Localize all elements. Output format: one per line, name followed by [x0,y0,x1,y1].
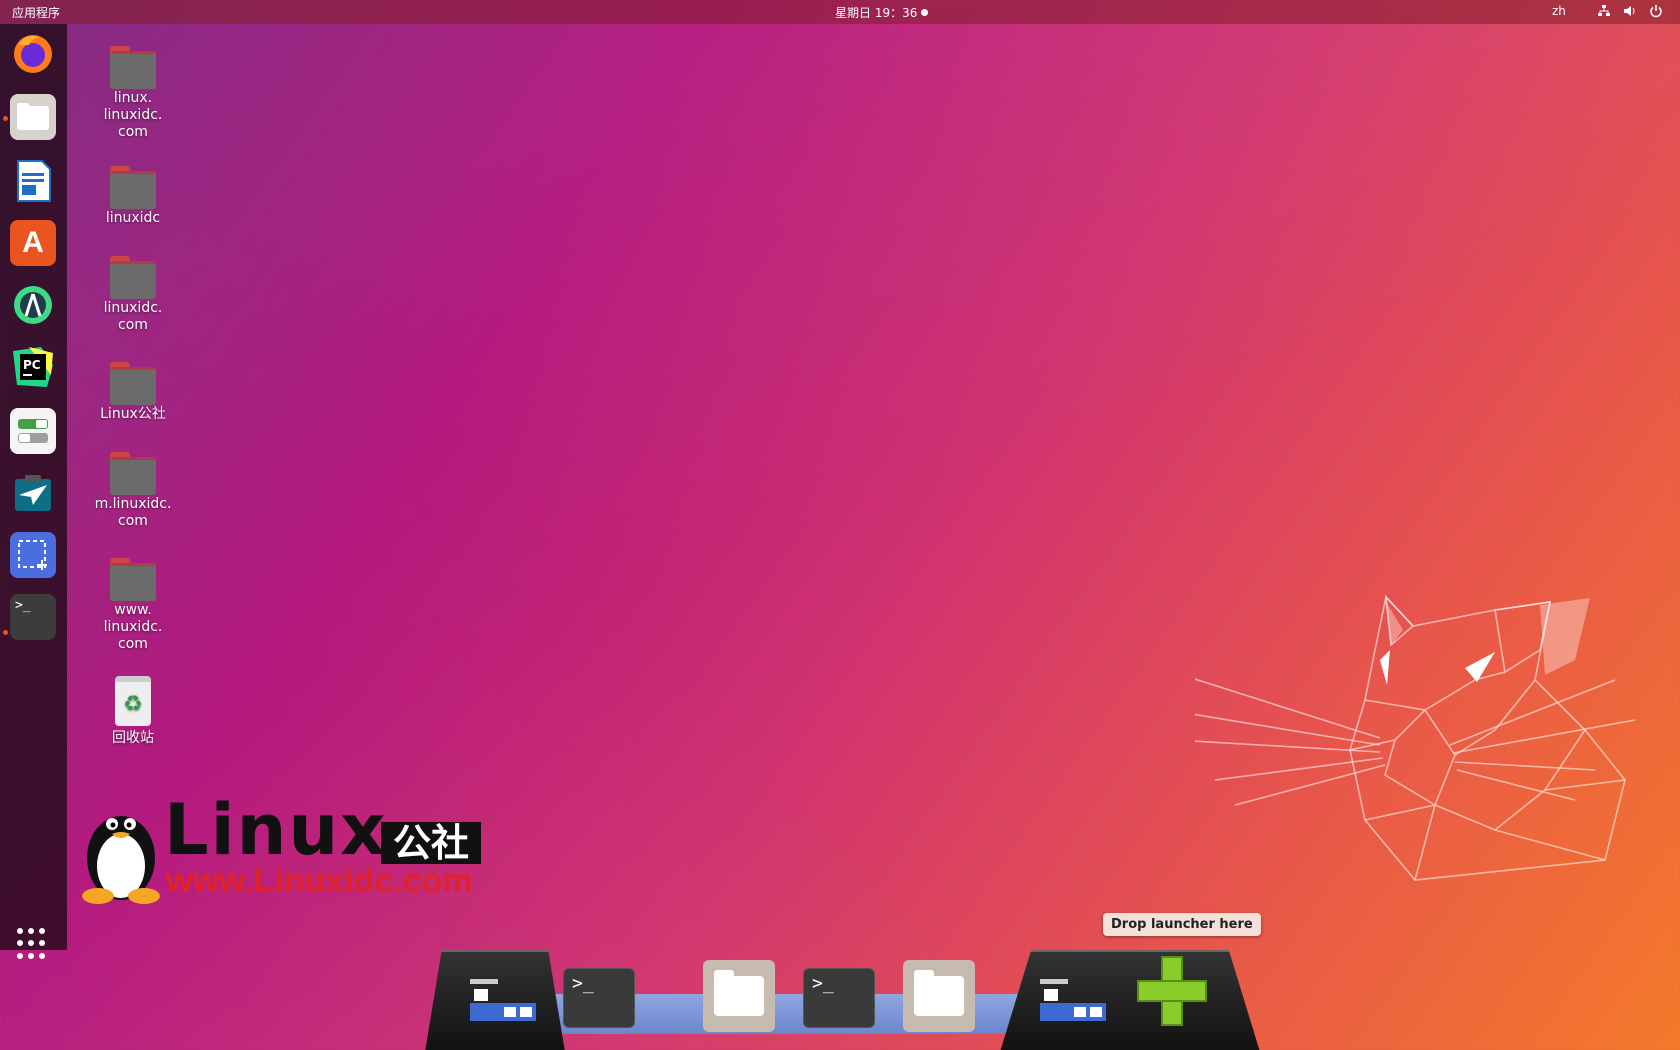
screenshot-icon [18,540,47,570]
clock[interactable]: 星期日 19：36 [835,4,929,21]
pycharm-icon: PC [13,347,53,387]
dock-firefox[interactable] [10,30,56,76]
desktop-icon-label: Linux公社 [100,406,166,422]
dock-screenshot[interactable] [10,532,56,578]
bd-workspace-switcher[interactable] [1037,970,1109,1030]
dock-settings-toggle[interactable] [10,408,56,454]
network-icon[interactable] [1596,3,1612,19]
dock-pycharm[interactable]: PC [10,344,56,390]
notification-dot [921,9,929,16]
show-applications-icon[interactable] [17,928,49,960]
terminal-icon: >_ [15,598,31,613]
dock-sublime[interactable] [10,470,56,516]
folder-icon [914,970,964,1016]
bd-workspace-switcher[interactable] [467,970,539,1030]
folder-icon [110,452,156,495]
folder-icon [110,558,156,601]
folder-icon [110,46,156,89]
input-method-indicator[interactable]: zh [1552,4,1566,18]
folder-icon [17,103,49,130]
dock-android-studio[interactable] [10,282,56,328]
terminal-prompt: >_ [572,973,594,994]
desktop-folder[interactable]: www. linuxidc. com [88,558,178,653]
top-bar: 应用程序 星期日 19：36 zh [0,0,1680,24]
terminal-prompt: >_ [812,973,834,994]
trash-icon: ♻ [115,676,151,726]
folder-icon [110,362,156,405]
activities-button[interactable]: 应用程序 [12,4,60,21]
desktop-folder[interactable]: linux. linuxidc. com [88,46,178,141]
desktop-folder[interactable]: Linux公社 [88,362,178,423]
android-studio-icon [14,286,52,324]
drop-launcher-tooltip: Drop launcher here [1103,913,1261,936]
desktop-icon-label: linuxidc [105,210,161,226]
wallpaper-cat-illustration [1195,594,1636,881]
running-indicator [3,116,8,121]
workspace-icon [1040,979,1106,1021]
shopping-bag-icon: A [22,226,44,259]
bd-terminal[interactable]: >_ [563,968,635,1028]
dock-terminal[interactable]: >_ [10,594,56,640]
bottom-dock: >_ >_ [425,948,1260,1050]
document-icon [17,160,51,202]
bd-terminal[interactable]: >_ [803,968,875,1028]
running-indicator [3,630,8,635]
desktop-icon-label: m.linuxidc. com [94,496,172,529]
power-icon[interactable] [1648,3,1664,19]
add-launcher-icon[interactable] [1137,956,1207,1026]
desktop-icon-label: 回收站 [112,730,154,746]
desktop-icon-label: linuxidc. com [103,300,163,333]
folder-icon [110,166,156,209]
bd-files[interactable] [903,960,975,1032]
dock-files[interactable] [10,94,56,140]
bd-files[interactable] [703,960,775,1032]
desktop-icon-label: linux. linuxidc. com [103,90,163,140]
toggle-switch-icon [18,419,48,443]
brand-cn: 公社 [381,822,481,864]
folder-icon [714,970,764,1016]
desktop-icon-label: www. linuxidc. com [103,602,163,652]
brand-title: Linux [164,789,388,871]
dock-software[interactable]: A [10,220,56,266]
desktop-folder[interactable]: m.linuxidc. com [88,452,178,530]
dock: A PC >_ [0,24,67,959]
brand-url: www.Linuxidc.com [166,862,473,900]
desktop-trash[interactable]: ♻ 回收站 [88,676,178,747]
linux-brand-logo: Linux 公社 www.Linuxidc.com [76,790,486,906]
clock-text: 星期日 19：36 [835,6,918,20]
workspace-icon [470,979,536,1021]
desktop-folder[interactable]: linuxidc. com [88,256,178,334]
firefox-icon [14,35,52,73]
folder-icon [110,256,156,299]
system-tray[interactable] [1596,3,1664,19]
paper-plane-icon [15,475,51,511]
svg-text:PC: PC [23,358,41,372]
desktop-folder[interactable]: linuxidc [88,166,178,227]
volume-icon[interactable] [1622,3,1638,19]
tux-penguin-icon [82,816,160,904]
dock-writer[interactable] [10,158,56,204]
